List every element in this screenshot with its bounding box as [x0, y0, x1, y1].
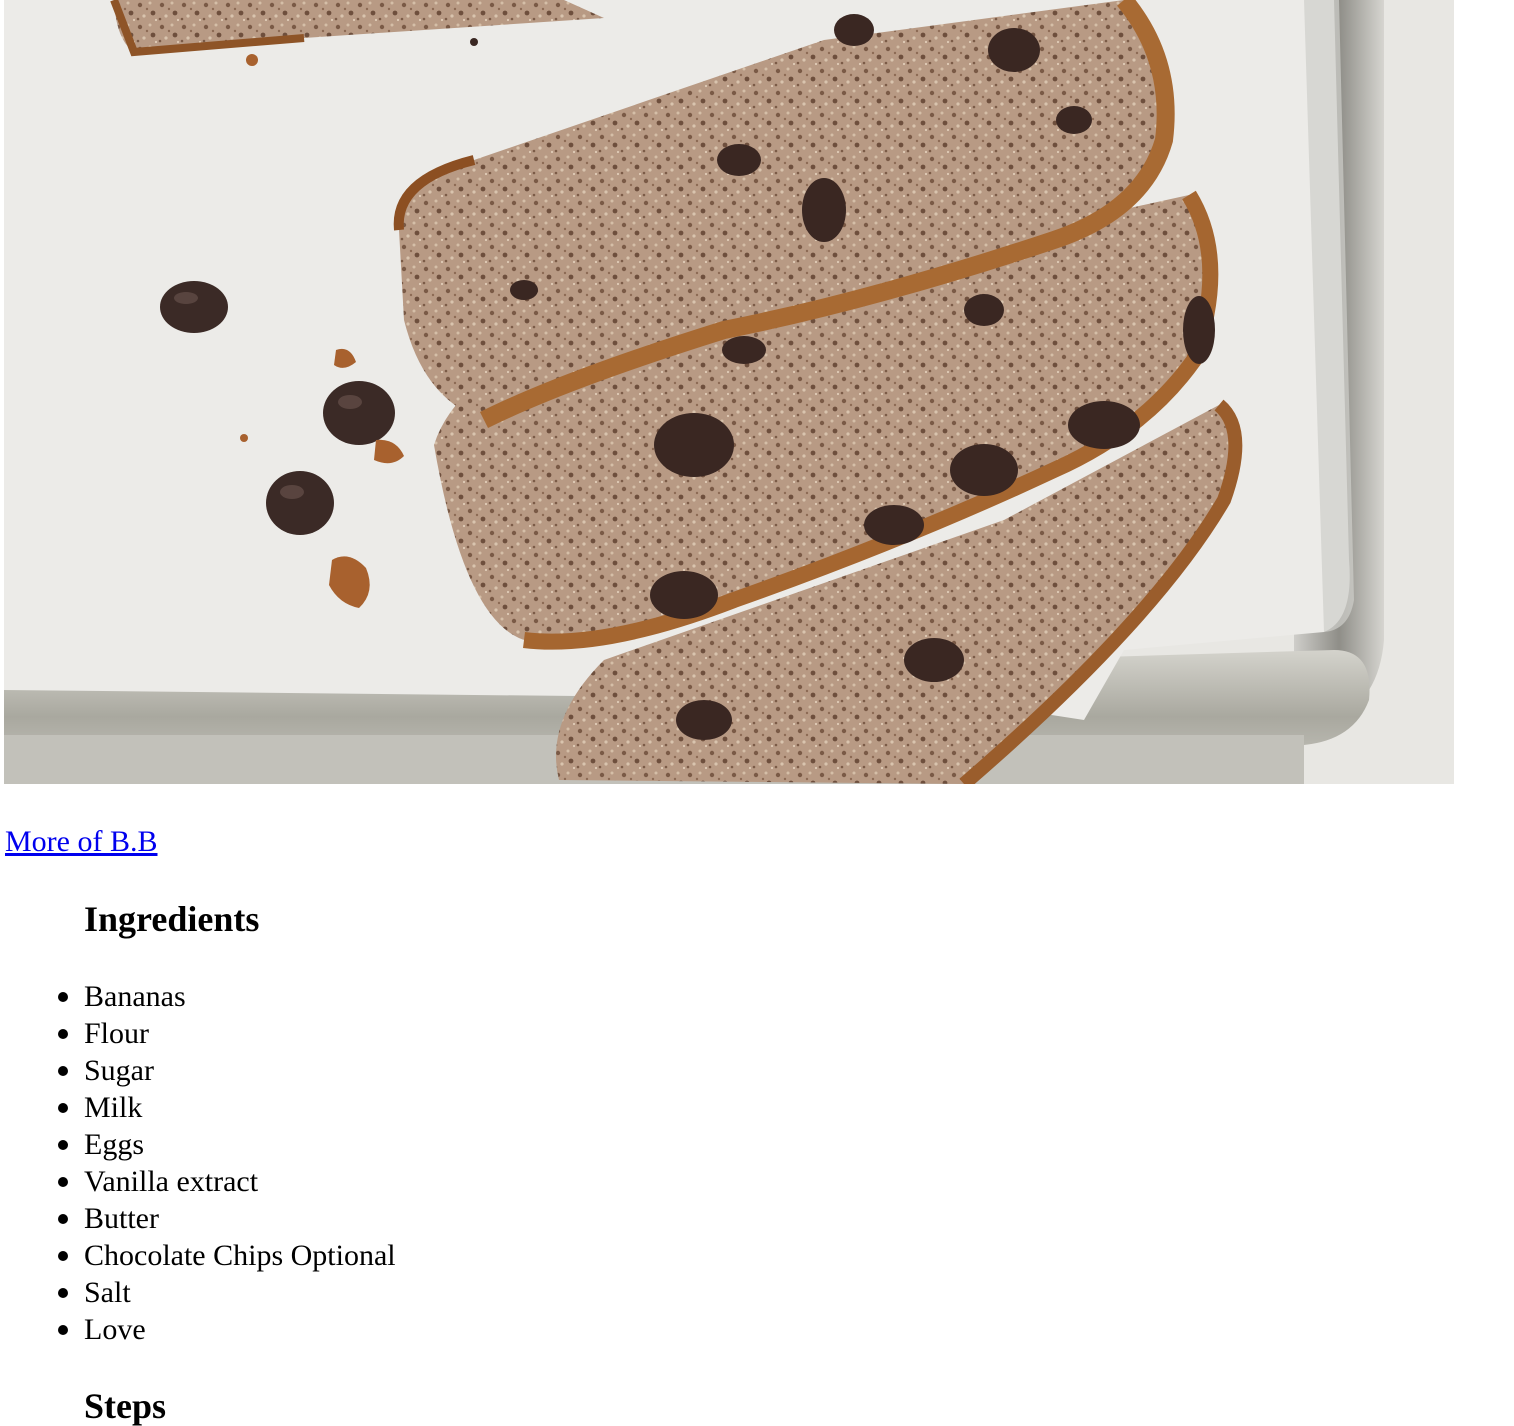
list-item: Milk — [58, 1089, 396, 1126]
ingredients-heading: Ingredients — [84, 899, 260, 939]
list-item: Butter — [58, 1200, 396, 1237]
list-item: Salt — [58, 1274, 396, 1311]
list-item: Chocolate Chips Optional — [58, 1239, 396, 1272]
banana-bread-photo — [4, 0, 1454, 784]
ingredient-list: Bananas Flour Sugar Milk Eggs Vanilla ex… — [58, 978, 396, 1348]
list-item: Love — [58, 1311, 396, 1348]
list-item: Sugar — [58, 1052, 396, 1089]
list-item: Flour — [58, 1015, 396, 1052]
more-link[interactable]: More of B.B — [5, 822, 158, 862]
banana-bread-illustration — [4, 0, 1454, 784]
list-item: Vanilla extract — [58, 1163, 396, 1200]
list-item: Eggs — [58, 1126, 396, 1163]
list-item: Bananas — [58, 978, 396, 1015]
steps-heading: Steps — [84, 1386, 167, 1426]
